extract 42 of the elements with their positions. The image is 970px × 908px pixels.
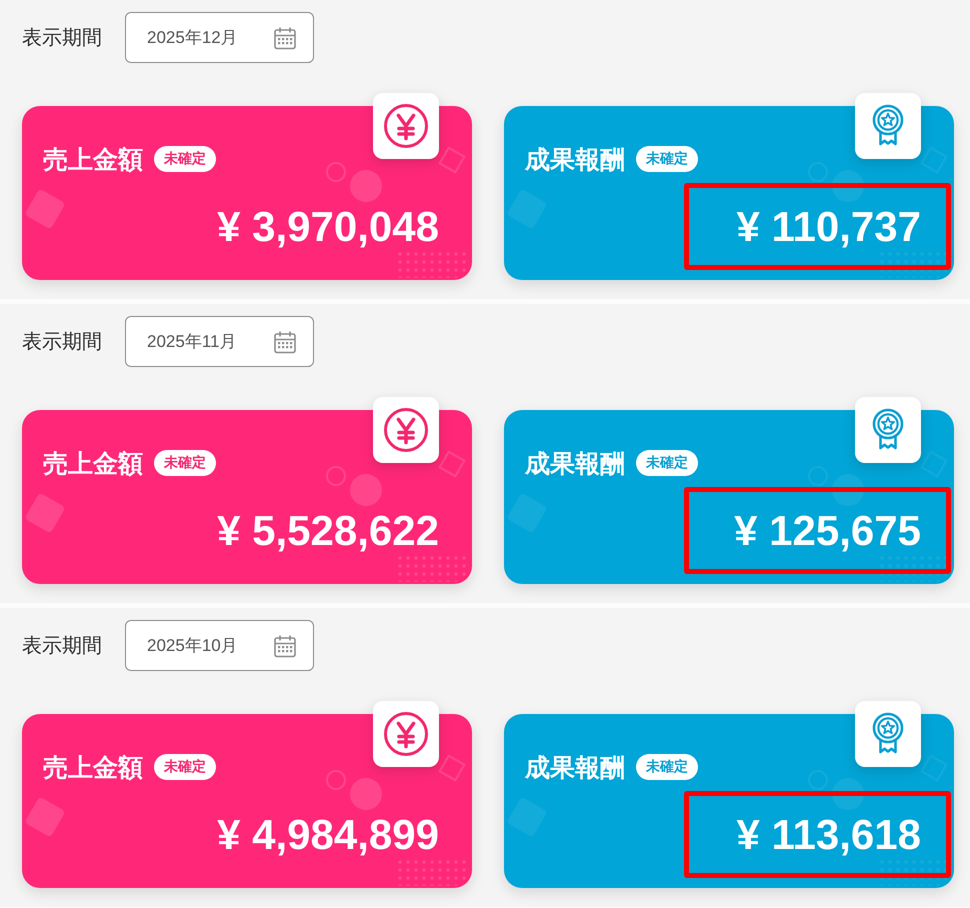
ring-decoration [326, 162, 346, 182]
month-picker[interactable]: 2025年10月 [125, 620, 314, 671]
circle-decoration [350, 170, 382, 202]
card-title: 売上金額 [43, 448, 143, 480]
dot-pattern-decoration [396, 250, 468, 278]
amount-value: ¥ 125,675 [734, 510, 921, 552]
period-label: 表示期間 [22, 24, 102, 51]
status-badge: 未確定 [636, 450, 698, 476]
yen-coin-icon [373, 93, 439, 159]
calendar-icon [273, 330, 297, 354]
circle-decoration [350, 474, 382, 506]
period-label: 表示期間 [22, 632, 102, 659]
month-picker[interactable]: 2025年11月 [125, 316, 314, 367]
card-title: 売上金額 [43, 144, 143, 176]
amount-value: ¥ 110,737 [736, 206, 921, 248]
ring-decoration [808, 770, 828, 790]
calendar-icon [273, 26, 297, 50]
amount-value: ¥ 3,970,048 [217, 206, 439, 248]
card-title: 成果報酬 [525, 448, 625, 480]
circle-decoration [350, 778, 382, 810]
amount-value: ¥ 5,528,622 [217, 510, 439, 552]
dot-pattern-decoration [396, 858, 468, 886]
month-picker[interactable]: 2025年12月 [125, 12, 314, 63]
period-label: 表示期間 [22, 328, 102, 355]
status-badge: 未確定 [154, 146, 216, 172]
dot-pattern-decoration [396, 554, 468, 582]
calendar-icon [273, 634, 297, 658]
ring-decoration [326, 466, 346, 486]
card-title: 売上金額 [43, 752, 143, 784]
status-badge: 未確定 [154, 754, 216, 780]
ring-decoration [808, 466, 828, 486]
ring-decoration [808, 162, 828, 182]
ring-decoration [326, 770, 346, 790]
card-title: 成果報酬 [525, 144, 625, 176]
status-badge: 未確定 [636, 146, 698, 172]
status-badge: 未確定 [154, 450, 216, 476]
amount-value: ¥ 113,618 [736, 814, 921, 856]
card-title: 成果報酬 [525, 752, 625, 784]
yen-coin-icon [373, 701, 439, 767]
status-badge: 未確定 [636, 754, 698, 780]
amount-value: ¥ 4,984,899 [217, 814, 439, 856]
yen-coin-icon [373, 397, 439, 463]
